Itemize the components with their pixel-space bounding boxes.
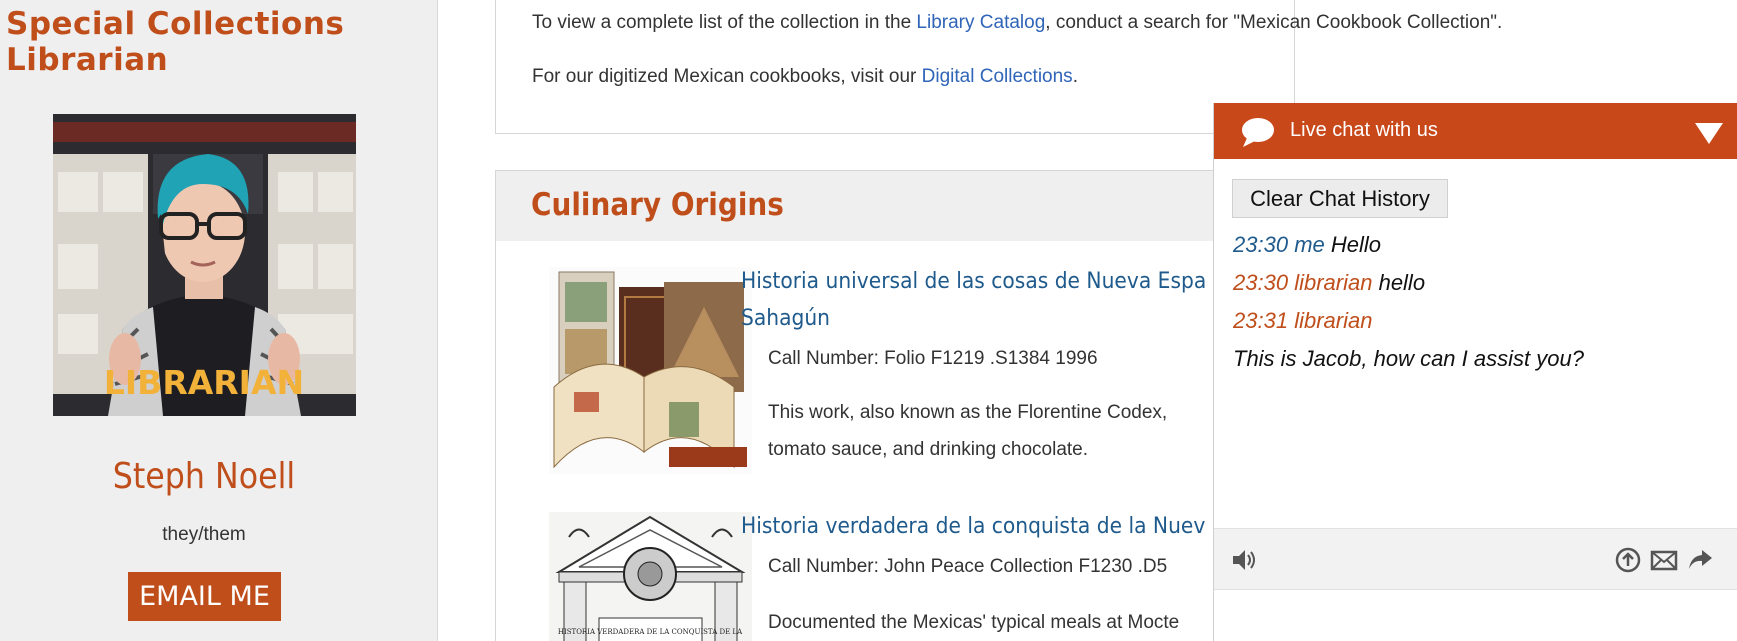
culinary-origins-section: Culinary Origins Historia universal de l… <box>495 170 1295 641</box>
chat-bubble-icon <box>1242 118 1274 147</box>
chat-header[interactable]: Live chat with us <box>1214 103 1737 159</box>
librarian-photo: LIBRARIAN <box>53 114 356 416</box>
chat-title: Live chat with us <box>1290 119 1438 141</box>
upload-icon[interactable] <box>1614 546 1642 574</box>
chat-message: 23:30 librarian hello <box>1233 270 1426 295</box>
library-catalog-link[interactable]: Library Catalog <box>916 12 1045 33</box>
catalog-paragraph: To view a complete list of the collectio… <box>532 12 1503 33</box>
item-description: Documented the Mexicas' typical meals at… <box>768 612 1180 633</box>
item-call-number: Call Number: Folio F1219 .S1384 1996 <box>768 348 1098 369</box>
item-title-historia-universal[interactable]: Historia universal de las cosas de Nueva… <box>741 263 1206 337</box>
chat-message: 23:31 librarian <box>1233 308 1373 333</box>
chat-message: This is Jacob, how can I assist you? <box>1233 346 1584 371</box>
librarian-pronouns: they/them <box>162 524 246 545</box>
librarian-name: Steph Noell <box>112 456 296 497</box>
item-title-historia-verdadera[interactable]: Historia verdadera de la conquista de la… <box>741 508 1205 545</box>
email-icon[interactable] <box>1650 546 1678 574</box>
digital-collections-link[interactable]: Digital Collections <box>922 66 1073 87</box>
share-icon[interactable] <box>1686 546 1714 574</box>
digital-collections-paragraph: For our digitized Mexican cookbooks, vis… <box>532 66 1078 87</box>
chat-toolbar <box>1214 528 1737 590</box>
codex-book-image[interactable] <box>549 267 752 474</box>
email-me-button[interactable]: EMAIL ME <box>128 572 281 621</box>
chat-message: 23:30 me Hello <box>1233 232 1382 257</box>
svg-text:LIBRARIAN: LIBRARIAN <box>104 363 304 402</box>
section-title: Culinary Origins <box>531 187 784 223</box>
sidebar-title: Special Collections Librarian <box>6 6 345 78</box>
historia-verdadera-title-page-image[interactable]: HISTORIA VERDADERA DE LA CONQUISTA DE LA <box>549 512 752 641</box>
svg-text:HISTORIA VERDADERA DE LA CONQU: HISTORIA VERDADERA DE LA CONQUISTA DE LA <box>558 628 743 636</box>
live-chat-widget: Live chat with us Clear Chat History 23:… <box>1213 103 1737 641</box>
collection-intro-box: To view a complete list of the collectio… <box>495 0 1502 134</box>
librarian-sidebar: Special Collections Librarian LIBRARIAN … <box>0 0 438 641</box>
section-header: Culinary Origins <box>496 171 1294 241</box>
clear-chat-history-button[interactable]: Clear Chat History <box>1232 179 1448 218</box>
collapse-triangle-icon[interactable] <box>1694 121 1724 145</box>
item-call-number: Call Number: John Peace Collection F1230… <box>768 556 1168 577</box>
item-description: This work, also known as the Florentine … <box>768 402 1168 460</box>
speaker-icon[interactable] <box>1230 546 1258 574</box>
